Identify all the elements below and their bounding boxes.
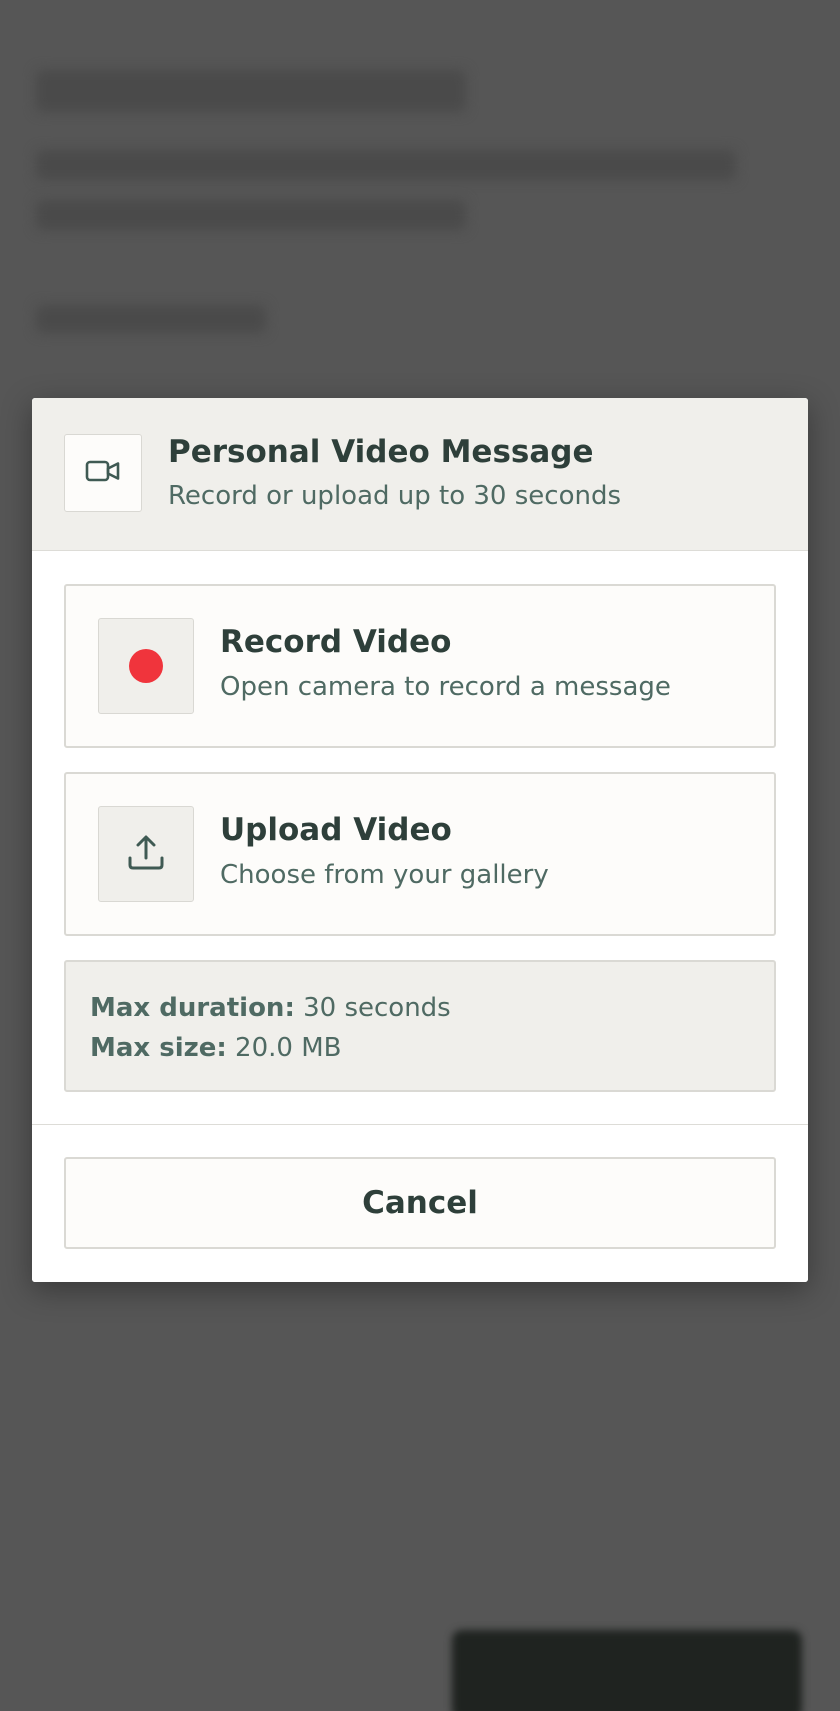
max-size-label: Max size: (90, 1033, 227, 1063)
limits-info-box: Max duration: 30 seconds Max size: 20.0 … (64, 960, 776, 1092)
max-duration-value: 30 seconds (294, 993, 451, 1023)
record-video-option[interactable]: Record Video Open camera to record a mes… (64, 584, 776, 748)
record-video-title: Record Video (220, 624, 452, 660)
modal-header: Personal Video Message Record or upload … (32, 398, 808, 551)
background-title-blur (36, 70, 466, 112)
max-size-value: 20.0 MB (226, 1033, 342, 1063)
background-text-blur (36, 200, 466, 230)
modal-subtitle: Record or upload up to 30 seconds (168, 481, 622, 511)
background-text-blur (36, 305, 266, 333)
video-camera-icon (85, 457, 121, 489)
max-duration-label: Max duration: (90, 993, 295, 1023)
upload-icon-box (98, 806, 194, 902)
modal-footer: Cancel (32, 1124, 808, 1282)
upload-icon (126, 832, 166, 876)
max-size-row: Max size: 20.0 MB (90, 1028, 774, 1068)
modal-title: Personal Video Message (168, 434, 594, 470)
cancel-button[interactable]: Cancel (64, 1157, 776, 1249)
video-message-modal: Personal Video Message Record or upload … (32, 398, 808, 1282)
background-primary-button (452, 1630, 802, 1711)
upload-video-description: Choose from your gallery (220, 860, 549, 890)
max-duration-row: Max duration: 30 seconds (90, 988, 774, 1028)
upload-video-option[interactable]: Upload Video Choose from your gallery (64, 772, 776, 936)
upload-video-title: Upload Video (220, 812, 452, 848)
record-video-description: Open camera to record a message (220, 672, 671, 702)
record-icon-box (98, 618, 194, 714)
header-icon-box (64, 434, 142, 512)
background-text-blur (36, 150, 736, 180)
record-dot-icon (129, 649, 163, 683)
